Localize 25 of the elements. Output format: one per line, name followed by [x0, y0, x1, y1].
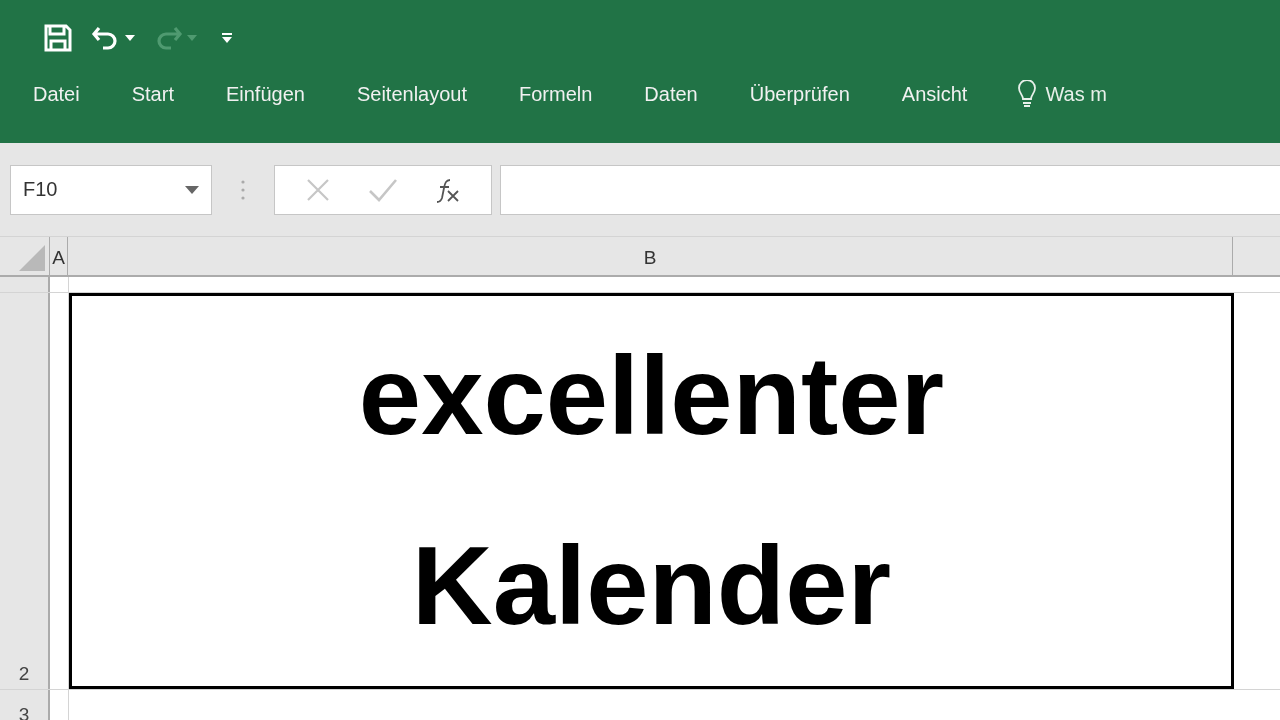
ribbon-tab[interactable]: Ansicht: [901, 82, 968, 106]
row-header[interactable]: [0, 277, 50, 292]
undo-button[interactable]: [91, 24, 135, 52]
save-icon[interactable]: [43, 23, 73, 53]
ribbon-tab[interactable]: Seitenlayout: [356, 82, 467, 106]
ribbon-tab[interactable]: Datei: [33, 82, 80, 106]
function-icon[interactable]: [434, 176, 461, 203]
row-header[interactable]: 2: [0, 293, 50, 689]
caret-icon[interactable]: [125, 35, 135, 41]
name-box[interactable]: F10: [10, 164, 212, 215]
ribbon-tab[interactable]: Formeln: [519, 82, 593, 106]
dropdown-icon: [185, 185, 199, 194]
tell-me-field[interactable]: Was m: [1017, 80, 1107, 108]
lightbulb-icon: [1017, 80, 1038, 108]
ribbon-tab[interactable]: Start: [131, 82, 174, 106]
formula-field[interactable]: [500, 164, 1280, 215]
cell-text: excellenter Kalender: [357, 332, 946, 650]
ribbon-tab[interactable]: Überprüfen: [749, 82, 850, 106]
merged-cell[interactable]: excellenter Kalender: [69, 293, 1234, 689]
ribbon-tab[interactable]: Einfügen: [225, 82, 305, 106]
select-all-icon[interactable]: [19, 245, 45, 271]
column-header[interactable]: A: [50, 237, 68, 275]
customize-icon[interactable]: [221, 32, 233, 44]
column-header[interactable]: B: [68, 237, 1233, 275]
ribbon-tab[interactable]: Daten: [644, 82, 698, 106]
